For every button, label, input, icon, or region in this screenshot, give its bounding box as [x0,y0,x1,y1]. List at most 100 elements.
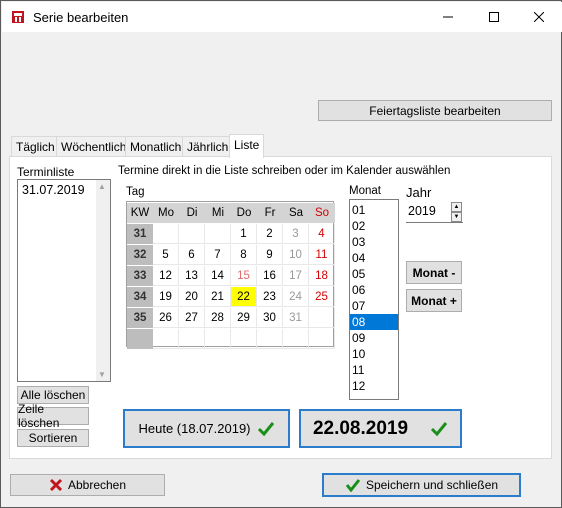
title-bar: Serie bearbeiten [2,2,562,32]
month-item[interactable]: 03 [350,234,398,250]
month-item[interactable]: 05 [350,266,398,282]
monat-plus-label: Monat + [411,293,457,308]
month-item[interactable]: 11 [350,362,398,378]
calendar-day[interactable]: 30 [257,308,283,328]
calendar-day[interactable] [205,329,231,349]
month-item[interactable]: 09 [350,330,398,346]
scroll-up-icon[interactable]: ▲ [98,182,106,191]
calendar-day[interactable]: 10 [283,245,309,265]
abbrechen-button[interactable]: Abbrechen [10,474,165,496]
speichern-button[interactable]: Speichern und schließen [322,473,521,497]
calendar-day[interactable]: 2 [257,224,283,244]
calendar-day[interactable]: 22 [231,287,257,307]
calendar-day[interactable]: 5 [153,245,179,265]
calendar-day[interactable]: 8 [231,245,257,265]
calendar-day[interactable]: 23 [257,287,283,307]
checkmark-icon [345,479,361,492]
minimize-button[interactable] [425,2,471,32]
feiertagsliste-button[interactable]: Feiertagsliste bearbeiten [318,100,552,121]
calendar-day[interactable] [153,224,179,244]
calendar-day[interactable]: 13 [179,266,205,286]
calendar-day[interactable]: 19 [153,287,179,307]
calendar-day[interactable]: 31 [283,308,309,328]
calendar-day[interactable]: 9 [257,245,283,265]
calendar-day[interactable]: 6 [179,245,205,265]
calendar-day[interactable]: 16 [257,266,283,286]
maximize-button[interactable] [471,2,517,32]
calendar-day[interactable] [179,224,205,244]
calendar-day[interactable]: 21 [205,287,231,307]
month-item[interactable]: 01 [350,202,398,218]
calendar-week-number: 32 [127,245,153,265]
month-item[interactable]: 02 [350,218,398,234]
monat-minus-button[interactable]: Monat - [406,261,462,284]
calendar-grid[interactable]: KW Mo Di Mi Do Fr Sa So 31 1 2 3 4 32 5 6 7 8 9 10 11 33 12 13 1… [126,201,335,349]
calendar-day-header: Do [231,203,257,223]
calendar-day[interactable]: 29 [231,308,257,328]
zeile-loeschen-button[interactable]: Zeile löschen [17,402,89,430]
heute-button[interactable]: Heute (18.07.2019) [123,409,290,448]
calendar-day[interactable]: 15 [231,266,257,286]
sortieren-button[interactable]: Sortieren [17,429,89,447]
calendar-day[interactable]: 17 [283,266,309,286]
calendar-day-header: Di [179,203,205,223]
month-item[interactable]: 04 [350,250,398,266]
selected-date-label: 22.08.2019 [312,417,409,439]
calendar-day[interactable] [205,224,231,244]
selected-date-button[interactable]: 22.08.2019 [299,409,462,448]
sortieren-label: Sortieren [28,431,78,445]
calendar-day[interactable]: 24 [283,287,309,307]
calendar-day[interactable]: 11 [309,245,335,265]
calendar-day[interactable]: 14 [205,266,231,286]
tab-liste[interactable]: Liste [229,134,265,158]
terminliste-scrollbar[interactable]: ▲ ▼ [96,180,110,381]
month-item[interactable]: 12 [350,378,398,394]
tab-monatlich[interactable]: Monatlich [125,136,187,156]
monat-plus-button[interactable]: Monat + [406,289,462,312]
calendar-day[interactable] [309,308,335,328]
calendar-day[interactable]: 4 [309,224,335,244]
calendar-day[interactable]: 3 [283,224,309,244]
termin-item[interactable]: 31.07.2019 [22,183,85,197]
month-listbox[interactable]: 01 02 03 04 05 06 07 08 09 10 11 12 [349,199,399,400]
month-item[interactable]: 10 [350,346,398,362]
calendar-day[interactable] [179,329,205,349]
tab-woechentlich[interactable]: Wöchentlich [56,136,132,156]
calendar-day[interactable] [153,329,179,349]
calendar-day[interactable]: 28 [205,308,231,328]
calendar-day[interactable]: 27 [179,308,205,328]
month-item[interactable]: 07 [350,298,398,314]
close-button[interactable] [516,2,562,32]
scroll-down-icon[interactable]: ▼ [98,370,106,379]
calendar-day[interactable]: 25 [309,287,335,307]
year-value[interactable]: 2019 [408,204,436,218]
month-item[interactable]: 06 [350,282,398,298]
monat-label: Monat [349,185,381,197]
calendar-day[interactable]: 1 [231,224,257,244]
calendar-week-number: 35 [127,308,153,328]
calendar-day-header: Mo [153,203,179,223]
checkmark-icon [257,421,274,436]
tab-taeglich[interactable]: Täglich [11,136,60,156]
calendar-day-header: So [309,203,335,223]
calendar-day[interactable] [309,329,335,349]
calendar-day[interactable] [283,329,309,349]
month-item[interactable]: 08 [350,314,398,330]
tab-jaehrlich[interactable]: Jährlich [182,136,234,156]
calendar-day[interactable]: 7 [205,245,231,265]
year-spinner[interactable]: 2019 ▲ ▼ [406,201,463,223]
year-down-icon[interactable]: ▼ [451,212,462,222]
maximize-icon [489,12,499,22]
calendar-week-number: 33 [127,266,153,286]
calendar-week-number: 34 [127,287,153,307]
calendar-day[interactable]: 12 [153,266,179,286]
calendar-day[interactable]: 26 [153,308,179,328]
zeile-loeschen-label: Zeile löschen [18,402,60,430]
calendar-day[interactable] [257,329,283,349]
year-up-icon[interactable]: ▲ [451,202,462,212]
calendar-day[interactable]: 18 [309,266,335,286]
terminliste-label: Terminliste [17,165,75,179]
terminliste-listbox[interactable]: 31.07.2019 ▲ ▼ [17,179,111,382]
calendar-day[interactable]: 20 [179,287,205,307]
calendar-day[interactable] [231,329,257,349]
